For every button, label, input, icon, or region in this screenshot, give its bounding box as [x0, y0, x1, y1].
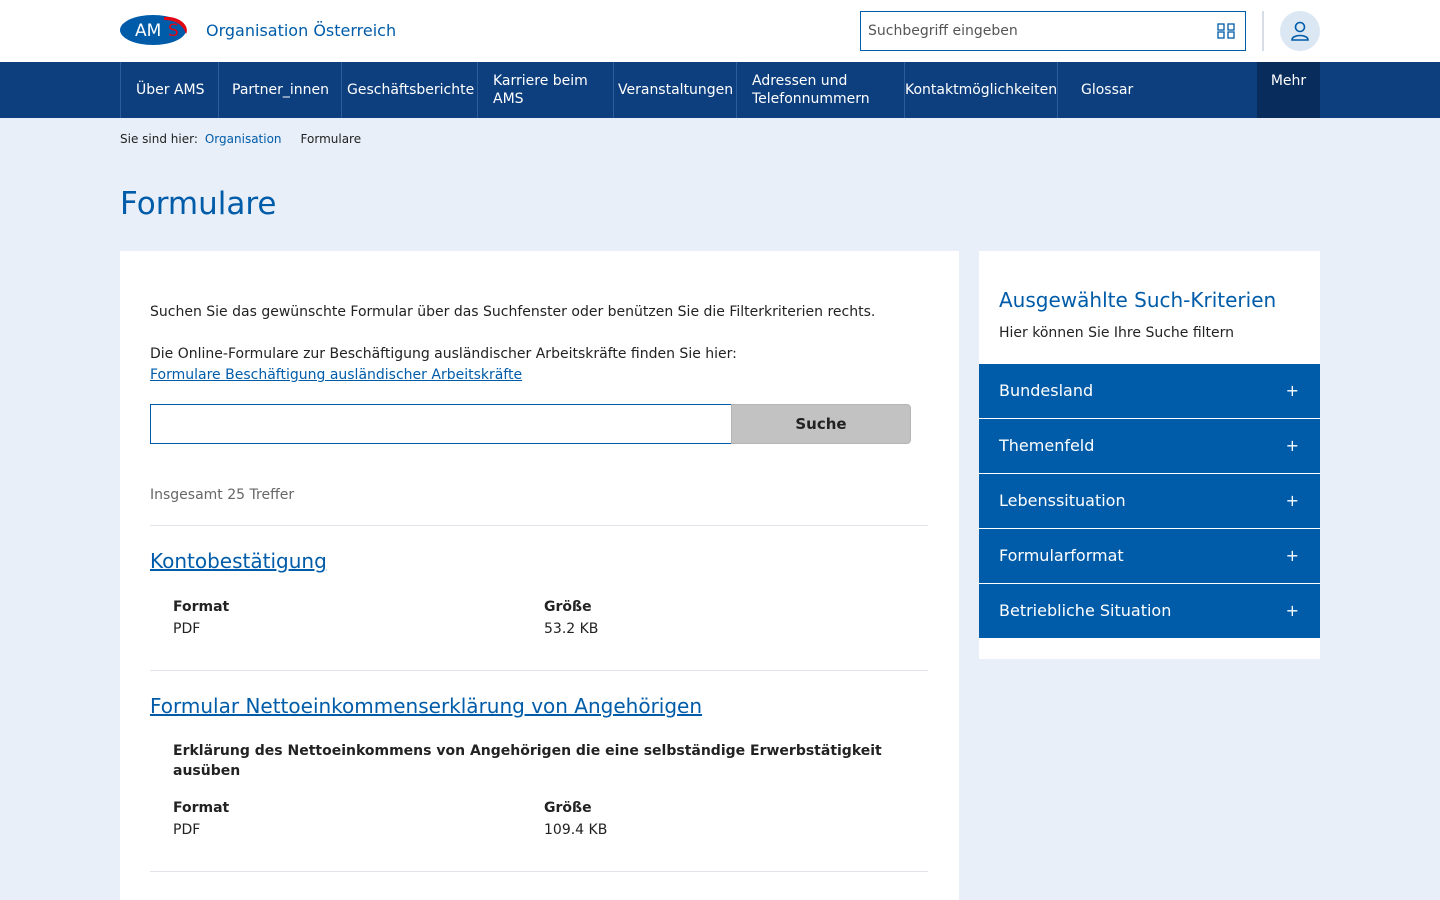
qr-code-icon[interactable] — [1217, 23, 1235, 39]
nav-item-label: Kontaktmöglichkeiten — [905, 82, 1058, 98]
filter-label: Formularformat — [999, 546, 1124, 565]
organisation-switcher[interactable]: Organisation Österreich — [206, 20, 402, 42]
filter-betriebliche-situation[interactable]: Betriebliche Situation + — [979, 584, 1320, 638]
format-label: Format — [173, 800, 230, 816]
nav-item-label: Glossar — [1081, 82, 1134, 98]
top-bar: AM S Organisation Österreich — [0, 0, 1440, 62]
ams-logo[interactable]: AM S — [120, 14, 188, 46]
plus-icon: + — [1285, 491, 1299, 510]
nav-item-kontakt[interactable]: Kontaktmöglichkeiten — [904, 62, 1058, 118]
nav-item-label: Veranstaltungen — [618, 82, 734, 98]
format-value: PDF — [173, 621, 201, 637]
form-search-input[interactable] — [150, 404, 732, 444]
size-value: 109.4 KB — [544, 822, 608, 838]
search-button[interactable]: Suche — [731, 404, 911, 444]
breadcrumb-current: Formulare — [300, 132, 362, 146]
result-count: Insgesamt 25 Treffer — [150, 487, 295, 503]
breadcrumb-prefix: Sie sind hier: — [120, 132, 198, 146]
nav-item-karriere[interactable]: Karriere beim AMS — [477, 62, 614, 118]
result-divider — [150, 871, 928, 872]
nav-more-button[interactable]: Mehr — [1257, 62, 1320, 118]
size-label: Größe — [544, 599, 592, 615]
result-title-link[interactable]: Kontobestätigung — [150, 548, 327, 574]
filter-subtitle: Hier können Sie Ihre Suche filtern — [999, 325, 1235, 341]
foreign-workers-forms-link[interactable]: Formulare Beschäftigung ausländischer Ar… — [150, 367, 522, 383]
filter-label: Lebenssituation — [999, 491, 1126, 510]
form-search: Suche — [150, 404, 911, 444]
nav-item-ueber-ams[interactable]: Über AMS — [120, 62, 219, 118]
nav-item-veranstaltungen[interactable]: Veranstaltungen — [613, 62, 737, 118]
plus-icon: + — [1285, 381, 1299, 400]
size-value: 53.2 KB — [544, 621, 599, 637]
header-search — [860, 11, 1246, 51]
filter-label: Betriebliche Situation — [999, 601, 1172, 620]
result-description: Erklärung des Nettoeinkommens von Angehö… — [173, 743, 882, 779]
intro-foreign-workers: Die Online-Formulare zur Beschäftigung a… — [150, 344, 737, 386]
nav-item-glossar[interactable]: Glossar — [1057, 62, 1157, 118]
user-account-button[interactable] — [1280, 11, 1320, 51]
intro-foreign-workers-text: Die Online-Formulare zur Beschäftigung a… — [150, 346, 737, 362]
filter-label: Bundesland — [999, 381, 1094, 400]
nav-item-label: Partner_innen — [232, 82, 330, 98]
filter-bundesland[interactable]: Bundesland + — [979, 364, 1320, 418]
svg-text:AM: AM — [135, 21, 161, 41]
filter-label: Themenfeld — [999, 436, 1095, 455]
intro-text: Suchen Sie das gewünschte Formular über … — [150, 304, 876, 320]
result-divider — [150, 525, 928, 526]
filter-lebenssituation[interactable]: Lebenssituation + — [979, 474, 1320, 528]
filter-themenfeld[interactable]: Themenfeld + — [979, 419, 1320, 473]
filter-formularformat[interactable]: Formularformat + — [979, 529, 1320, 583]
nav-item-label: Adressen und Telefonnummern — [752, 73, 870, 107]
nav-item-label: Über AMS — [136, 82, 205, 98]
breadcrumb: Sie sind hier: Organisation Formulare — [120, 131, 361, 149]
nav-item-label: Karriere beim AMS — [493, 73, 588, 107]
org-switcher-label: Organisation Österreich — [206, 21, 397, 40]
page-title: Formulare — [120, 186, 277, 222]
plus-icon: + — [1285, 436, 1299, 455]
breadcrumb-link-organisation[interactable]: Organisation — [205, 132, 282, 146]
nav-item-adressen[interactable]: Adressen und Telefonnummern — [736, 62, 905, 118]
plus-icon: + — [1285, 601, 1299, 620]
forms-search-panel: Suchen Sie das gewünschte Formular über … — [120, 251, 959, 900]
svg-text:S: S — [168, 21, 179, 41]
header-divider — [1262, 11, 1264, 51]
size-label: Größe — [544, 800, 592, 816]
main-navigation: Über AMS Partner_innen Geschäftsberichte… — [0, 62, 1440, 118]
format-label: Format — [173, 599, 230, 615]
result-divider — [150, 670, 928, 671]
nav-more-label: Mehr — [1270, 73, 1307, 89]
format-value: PDF — [173, 822, 201, 838]
plus-icon: + — [1285, 546, 1299, 565]
nav-item-label: Geschäftsberichte — [347, 82, 475, 98]
nav-item-partner-innen[interactable]: Partner_innen — [218, 62, 342, 118]
result-title-link[interactable]: Formular Nettoeinkommenserklärung von An… — [150, 693, 702, 719]
user-icon — [1291, 21, 1309, 41]
header-search-input[interactable] — [861, 12, 1201, 50]
filter-title: Ausgewählte Such-Kriterien — [999, 288, 1277, 312]
filter-sidebar: Ausgewählte Such-Kriterien Hier können S… — [979, 251, 1320, 659]
nav-item-geschaeftsberichte[interactable]: Geschäftsberichte — [341, 62, 478, 118]
